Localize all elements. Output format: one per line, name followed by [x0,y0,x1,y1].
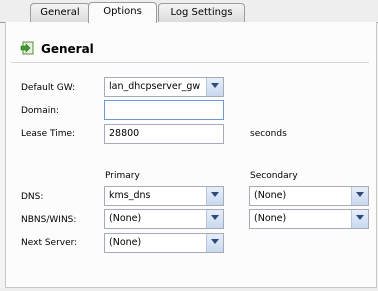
tab-bar: General Options Log Settings [0,0,378,23]
nbns-secondary-value: (None) [254,213,287,224]
dns-secondary-value: (None) [254,190,287,201]
next-server-value: (None) [109,237,142,248]
secondary-column-label: Secondary [250,171,298,181]
chevron-down-icon[interactable] [351,187,368,205]
arrow-into-box-icon [20,41,34,55]
nbns-primary-select[interactable]: (None) [104,209,224,229]
chevron-down-icon[interactable] [206,78,223,96]
dns-primary-value: kms_dns [109,190,151,201]
nbns-wins-label: NBNS/WINS: [21,215,77,225]
chevron-down-icon[interactable] [206,187,223,205]
next-server-select[interactable]: (None) [104,233,224,253]
chevron-down-icon[interactable] [351,210,368,228]
tab-options[interactable]: Options [88,2,157,23]
section-title: General [41,42,94,56]
tab-log-settings[interactable]: Log Settings [158,3,245,22]
tab-general[interactable]: General [30,3,90,22]
lease-time-label: Lease Time: [21,129,76,139]
chevron-down-icon[interactable] [206,234,223,252]
default-gw-select[interactable]: lan_dhcpserver_gw [104,77,224,97]
lease-time-input[interactable]: 28800 [104,124,224,144]
chevron-down-icon[interactable] [206,210,223,228]
next-server-label: Next Server: [21,238,78,248]
domain-input[interactable] [104,100,224,120]
dns-label: DNS: [21,192,44,202]
dns-primary-select[interactable]: kms_dns [104,186,224,206]
section-divider [11,62,369,63]
nbns-primary-value: (None) [109,213,142,224]
nbns-secondary-select[interactable]: (None) [249,209,369,229]
lease-time-value: 28800 [109,128,140,139]
dns-secondary-select[interactable]: (None) [249,186,369,206]
default-gw-value: lan_dhcpserver_gw [109,81,201,92]
lease-time-unit: seconds [250,129,287,139]
primary-column-label: Primary [105,171,140,181]
domain-label: Domain: [21,106,59,116]
default-gw-label: Default GW: [21,83,76,93]
